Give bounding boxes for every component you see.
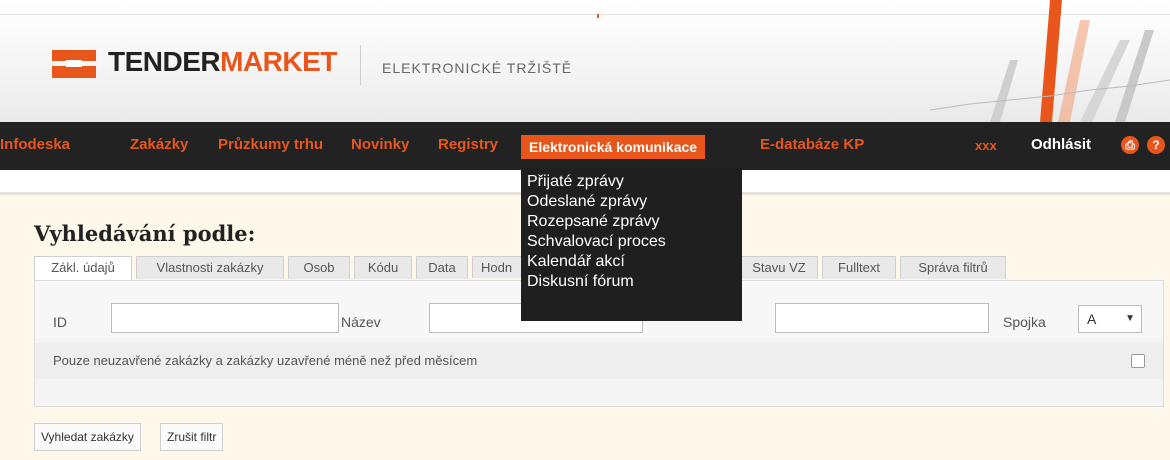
id-label: ID bbox=[53, 314, 67, 330]
zadavatel-input[interactable] bbox=[775, 303, 989, 333]
menu-item-prijate[interactable]: Přijaté zprávy bbox=[521, 172, 742, 192]
help-icon[interactable]: ? bbox=[1147, 136, 1165, 154]
nav-item-registry[interactable]: Registry bbox=[438, 136, 498, 153]
search-heading: Vyhledávání podle: bbox=[34, 221, 256, 246]
menu-item-schvalovaci[interactable]: Schvalovací proces bbox=[521, 232, 742, 252]
logo-icon[interactable] bbox=[52, 50, 96, 78]
spojka-value: A bbox=[1087, 311, 1097, 327]
reset-filter-button[interactable]: Zrušit filtr bbox=[160, 423, 224, 451]
logout-link[interactable]: Odhlásit bbox=[1031, 136, 1091, 153]
nav-item-edatabaze[interactable]: E-databáze KP bbox=[760, 136, 864, 153]
nav-item-komunikace[interactable]: Elektronická komunikace bbox=[521, 135, 706, 159]
name-label: Název bbox=[341, 314, 381, 330]
menu-item-odeslane[interactable]: Odeslané zprávy bbox=[521, 192, 742, 212]
tab-sprava-filtru[interactable]: Správa filtrů bbox=[900, 256, 1006, 279]
id-input[interactable] bbox=[111, 303, 339, 333]
spojka-label: Spojka bbox=[1003, 314, 1046, 330]
brand-name[interactable]: TENDERMARKET bbox=[108, 46, 337, 78]
komunikace-dropdown: Přijaté zprávy Odeslané zprávy Rozepsané… bbox=[521, 168, 742, 321]
tab-hodnoty[interactable]: Hodn bbox=[472, 256, 526, 278]
header-marker bbox=[597, 14, 599, 18]
tab-osob[interactable]: Osob bbox=[288, 256, 350, 279]
nav-item-zakazky[interactable]: Zakázky bbox=[130, 136, 188, 153]
nav-item-novinky[interactable]: Novinky bbox=[351, 136, 409, 153]
site-header: TENDERMARKET ELEKTRONICKÉ TRŽIŠTĚ bbox=[0, 0, 1170, 122]
menu-item-rozepsane[interactable]: Rozepsané zprávy bbox=[521, 212, 742, 232]
tab-data[interactable]: Data bbox=[416, 256, 468, 279]
open-only-checkbox[interactable] bbox=[1131, 354, 1145, 368]
nav-user[interactable]: xxx bbox=[975, 138, 997, 153]
brand-part-2: MARKET bbox=[220, 46, 337, 77]
menu-item-diskusni[interactable]: Diskusní fórum bbox=[521, 272, 742, 292]
tab-vlastnosti-zakazky[interactable]: Vlastnosti zakázky bbox=[136, 256, 284, 279]
filter-option-row: Pouze neuzavřené zakázky a zakázky uzavř… bbox=[35, 343, 1163, 379]
open-only-label: Pouze neuzavřené zakázky a zakázky uzavř… bbox=[53, 353, 478, 368]
tab-kodu[interactable]: Kódu bbox=[354, 256, 412, 279]
nav-item-infodeska[interactable]: Infodeska bbox=[0, 136, 70, 153]
tab-zakladni-udaje[interactable]: Zákl. údajů bbox=[34, 256, 132, 281]
header-subtitle: ELEKTRONICKÉ TRŽIŠTĚ bbox=[382, 60, 573, 76]
header-divider bbox=[360, 45, 361, 85]
tab-fulltext[interactable]: Fulltext bbox=[822, 256, 896, 279]
chevron-down-icon: ▼ bbox=[1125, 313, 1135, 324]
menu-item-kalendar[interactable]: Kalendář akcí bbox=[521, 252, 742, 272]
header-decoration bbox=[930, 0, 1170, 122]
brand-part-1: TENDER bbox=[108, 46, 221, 77]
print-icon[interactable]: ⎙ bbox=[1121, 136, 1139, 154]
nav-item-pruzkumy[interactable]: Průzkumy trhu bbox=[218, 136, 323, 153]
tab-stavu-vz[interactable]: Stavu VZ bbox=[740, 256, 818, 279]
search-button[interactable]: Vyhledat zakázky bbox=[34, 423, 141, 451]
spojka-select[interactable]: A ▼ bbox=[1078, 305, 1142, 333]
